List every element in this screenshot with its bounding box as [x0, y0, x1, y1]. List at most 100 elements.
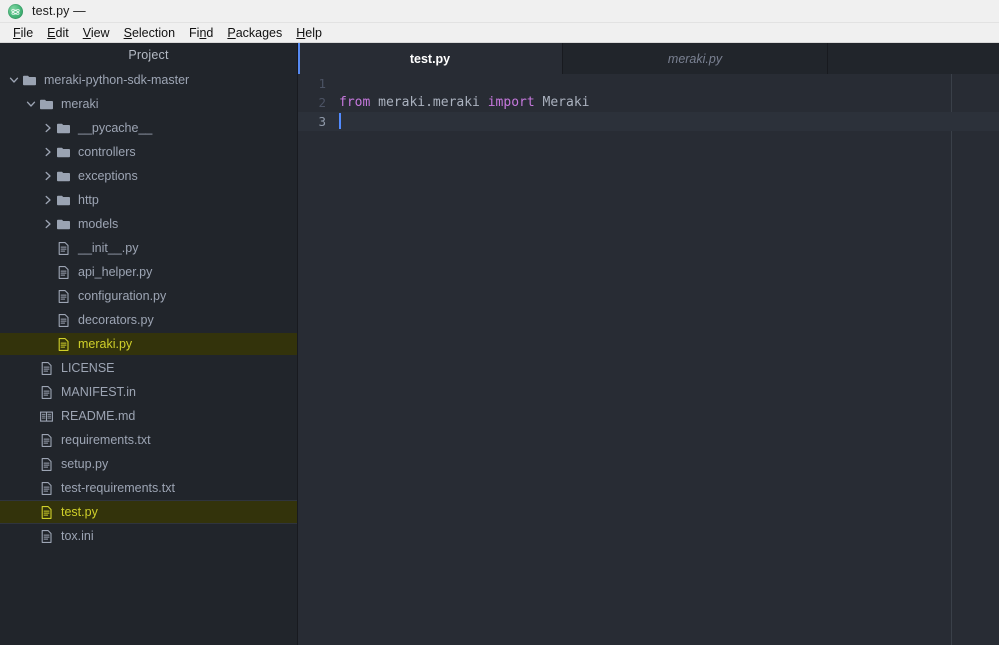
file-icon: [39, 433, 54, 448]
tree-item-configuration-py[interactable]: configuration.py: [0, 284, 297, 308]
code-editor[interactable]: 1 2 from meraki.meraki import Meraki 3: [298, 74, 999, 645]
line-number: 2: [318, 95, 326, 110]
chevron-down-icon[interactable]: [25, 98, 37, 110]
chevron-right-icon[interactable]: [42, 194, 54, 206]
chevron-down-icon[interactable]: [8, 74, 20, 86]
editor-pane: test.py meraki.py 1 2 from meraki.meraki im…: [298, 43, 999, 645]
tree-item-text: exceptions: [78, 169, 138, 183]
tree-item-text: api_helper.py: [78, 265, 153, 279]
chevron-right-icon[interactable]: [42, 122, 54, 134]
tree-item-text: http: [78, 193, 99, 207]
tree-item-meraki-py[interactable]: meraki.py: [0, 332, 297, 356]
tree-item-text: decorators.py: [78, 313, 154, 327]
folder-icon: [56, 145, 71, 160]
file-icon: [56, 313, 71, 328]
file-icon: [39, 529, 54, 544]
chevron-right-icon[interactable]: [42, 170, 54, 182]
code-lines[interactable]: 1 2 from meraki.meraki import Meraki 3: [298, 74, 999, 131]
tree-item-controllers[interactable]: controllers: [0, 140, 297, 164]
tab-title: test.py: [409, 51, 451, 66]
tree-item-text: meraki-python-sdk-master: [44, 73, 190, 87]
tree-item-label: controllers: [78, 144, 140, 160]
folder-icon: [56, 193, 71, 208]
folder-icon: [56, 169, 71, 184]
tree-item-text: README.md: [61, 409, 136, 423]
tree-item-label: __init__.py: [78, 240, 142, 256]
tree-item-label: configuration.py: [78, 288, 170, 304]
git-modified-highlight: [0, 333, 297, 355]
file-icon: [56, 337, 71, 352]
tree-item-text: configuration.py: [78, 289, 167, 303]
tree-item-text: tox.ini: [61, 529, 94, 543]
file-icon: [56, 265, 71, 280]
active-pane-indicator: [298, 43, 300, 74]
tree-item-http[interactable]: http: [0, 188, 297, 212]
tree-item-label: decorators.py: [78, 312, 158, 328]
tree-item-exceptions[interactable]: exceptions: [0, 164, 297, 188]
tree-item-decorators-py[interactable]: decorators.py: [0, 308, 297, 332]
tree-item-text: LICENSE: [61, 361, 115, 375]
tree-item-test-py[interactable]: test.py: [0, 500, 297, 524]
menu-view[interactable]: View: [76, 24, 117, 42]
menu-find[interactable]: Find: [182, 24, 220, 42]
tree-item-text: MANIFEST.in: [61, 385, 137, 399]
tree-item-models[interactable]: models: [0, 212, 297, 236]
code-line-1[interactable]: 1: [298, 74, 999, 93]
menu-edit[interactable]: Edit: [40, 24, 76, 42]
window-title: test.py —: [32, 4, 86, 18]
code-line-2[interactable]: 2 from meraki.meraki import Meraki: [298, 93, 999, 112]
editor-tab-bar[interactable]: test.py meraki.py: [298, 43, 999, 74]
project-file-tree[interactable]: meraki-python-sdk-master meraki __pycache_…: [0, 68, 297, 548]
tree-item-text: test-requirements.txt: [61, 481, 175, 495]
tree-item-license[interactable]: LICENSE: [0, 356, 297, 380]
chevron-right-icon[interactable]: [42, 146, 54, 158]
tree-item-text: __init__.py: [78, 241, 139, 255]
atom-logo-icon: [8, 3, 23, 19]
tree-item-label: exceptions: [78, 168, 142, 184]
tree-item--init-py[interactable]: __init__.py: [0, 236, 297, 260]
tree-item-setup-py[interactable]: setup.py: [0, 452, 297, 476]
tree-item-label: MANIFEST.in: [61, 384, 140, 400]
tree-item-tox-ini[interactable]: tox.ini: [0, 524, 297, 548]
file-icon: [56, 289, 71, 304]
tree-item-readme-md[interactable]: README.md: [0, 404, 297, 428]
menu-bar: File Edit View Selection Find Packages H…: [0, 23, 999, 43]
tree-item-meraki-python-sdk-master[interactable]: meraki-python-sdk-master: [0, 68, 297, 92]
tab-bar-empty-area: [828, 43, 999, 74]
code-keyword: from: [339, 95, 379, 110]
menu-selection[interactable]: Selection: [117, 24, 182, 42]
code-line-3[interactable]: 3: [298, 112, 999, 131]
file-icon: [39, 361, 54, 376]
editor-tab-test-py[interactable]: test.py: [298, 43, 563, 74]
tree-item--pycache-[interactable]: __pycache__: [0, 116, 297, 140]
tree-item-test-requirements-txt[interactable]: test-requirements.txt: [0, 476, 297, 500]
tree-item-label: models: [78, 216, 122, 232]
tree-item-label: meraki-python-sdk-master: [44, 72, 193, 88]
menu-packages[interactable]: Packages: [220, 24, 289, 42]
folder-icon: [56, 217, 71, 232]
tree-item-api-helper-py[interactable]: api_helper.py: [0, 260, 297, 284]
chevron-right-icon[interactable]: [42, 218, 54, 230]
tree-item-label: api_helper.py: [78, 264, 156, 280]
tree-item-requirements-txt[interactable]: requirements.txt: [0, 428, 297, 452]
atom-editor-window: test.py — File Edit View Selection Find …: [0, 0, 999, 645]
tree-item-label: test-requirements.txt: [61, 480, 179, 496]
menu-file[interactable]: File: [6, 24, 40, 42]
code-line-text: from meraki.meraki import Meraki: [336, 93, 589, 112]
file-icon: [56, 241, 71, 256]
menu-help[interactable]: Help: [289, 24, 329, 42]
editor-tab-meraki-py[interactable]: meraki.py: [563, 43, 828, 74]
title-bar: test.py —: [0, 0, 999, 23]
tree-item-manifest-in[interactable]: MANIFEST.in: [0, 380, 297, 404]
tree-item-meraki[interactable]: meraki: [0, 92, 297, 116]
tree-item-text: test.py: [61, 505, 98, 519]
tree-item-label: test.py: [61, 504, 102, 520]
file-icon: [39, 505, 54, 520]
